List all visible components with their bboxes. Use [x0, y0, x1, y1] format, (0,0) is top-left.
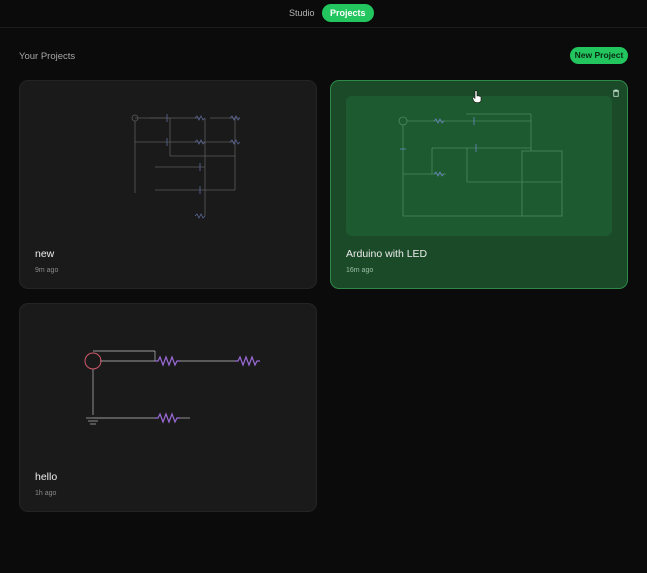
new-project-button[interactable]: New Project [570, 47, 628, 64]
tab-projects[interactable]: Projects [322, 4, 374, 22]
project-name: hello [35, 471, 58, 483]
circuit-preview [346, 96, 612, 236]
project-name: new [35, 248, 55, 260]
trash-icon[interactable] [612, 89, 620, 97]
circuit-diagram [84, 350, 260, 425]
project-time: 1h ago [35, 490, 57, 497]
project-time: 9m ago [35, 267, 59, 274]
circuit-diagram [398, 113, 563, 217]
project-card-hello[interactable]: hello 1h ago [19, 303, 317, 512]
circuit-diagram [131, 114, 241, 219]
tab-studio[interactable]: Studio [281, 4, 323, 22]
top-nav: Studio Projects [0, 0, 647, 28]
circuit-preview [35, 96, 301, 236]
page-title: Your Projects [19, 51, 76, 62]
circuit-preview [35, 319, 301, 459]
project-card-arduino-with-led[interactable]: Arduino with LED 16m ago [330, 80, 628, 289]
hand-pointer-icon [472, 90, 482, 103]
project-card-new[interactable]: new 9m ago [19, 80, 317, 289]
project-time: 16m ago [346, 267, 374, 274]
project-name: Arduino with LED [346, 248, 428, 260]
